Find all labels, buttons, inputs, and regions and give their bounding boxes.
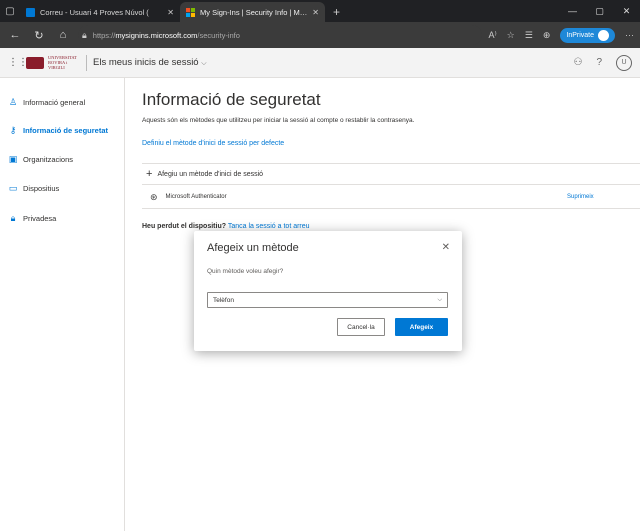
back-icon[interactable]: ← bbox=[6, 29, 24, 41]
url-host: mysignins.microsoft.com bbox=[115, 30, 198, 40]
favorites-list-icon[interactable]: ☰ bbox=[525, 30, 533, 41]
add-button[interactable]: Afegeix bbox=[395, 318, 448, 336]
close-icon[interactable]: ✕ bbox=[442, 242, 450, 253]
dialog-subtitle: Quin mètode voleu afegir? bbox=[207, 268, 284, 275]
browser-tab-signins[interactable]: My Sign-Ins | Security Info | Micr ✕ bbox=[180, 2, 325, 22]
dialog-title: Afegeix un mètode bbox=[207, 242, 299, 254]
address-bar[interactable]: 🔒︎ https://mysignins.microsoft.com/secur… bbox=[78, 25, 483, 45]
add-method-dialog: Afegeix un mètode ✕ Quin mètode voleu af… bbox=[194, 231, 462, 351]
method-select-value: Telèfon bbox=[213, 296, 234, 304]
tab-title: My Sign-Ins | Security Info | Micr bbox=[200, 7, 308, 17]
method-select[interactable]: Telèfon ⌵ bbox=[207, 292, 448, 308]
close-icon[interactable]: ✕ bbox=[312, 8, 319, 17]
profile-icon bbox=[598, 29, 609, 41]
favorite-icon[interactable]: ☆ bbox=[507, 30, 515, 41]
more-icon[interactable]: ··· bbox=[625, 30, 634, 40]
inprivate-label: InPrivate bbox=[566, 31, 594, 39]
cancel-button[interactable]: Cancel·la bbox=[337, 318, 385, 336]
browser-tab-mail[interactable]: Correu - Usuari 4 Proves Núvol ( ✕ bbox=[20, 2, 180, 22]
tab-title: Correu - Usuari 4 Proves Núvol ( bbox=[40, 7, 149, 17]
url-path: /security-info bbox=[197, 30, 240, 40]
minimize-icon[interactable]: — bbox=[559, 6, 586, 16]
window-controls: — ▢ ✕ bbox=[559, 0, 640, 22]
close-window-icon[interactable]: ✕ bbox=[613, 6, 640, 17]
tab-actions-icon[interactable]: ▢ bbox=[0, 0, 20, 22]
outlook-icon bbox=[26, 7, 35, 17]
address-toolbar: ← ↻ ⌂ 🔒︎ https://mysignins.microsoft.com… bbox=[0, 22, 640, 48]
browser-tab-bar: ▢ Correu - Usuari 4 Proves Núvol ( ✕ My … bbox=[0, 0, 640, 22]
microsoft-logo-icon bbox=[186, 7, 195, 17]
close-icon[interactable]: ✕ bbox=[167, 8, 174, 17]
new-tab-button[interactable]: + bbox=[325, 2, 348, 22]
home-icon[interactable]: ⌂ bbox=[54, 29, 72, 41]
maximize-icon[interactable]: ▢ bbox=[586, 6, 613, 17]
refresh-icon[interactable]: ↻ bbox=[30, 29, 48, 42]
collections-icon[interactable]: ⊕ bbox=[543, 30, 551, 41]
lock-icon[interactable]: 🔒︎ bbox=[82, 30, 87, 41]
inprivate-badge[interactable]: InPrivate bbox=[560, 27, 615, 43]
url-prefix: https:// bbox=[92, 30, 116, 40]
read-aloud-icon[interactable]: A⁾ bbox=[488, 30, 496, 41]
chevron-down-icon: ⌵ bbox=[437, 296, 442, 303]
